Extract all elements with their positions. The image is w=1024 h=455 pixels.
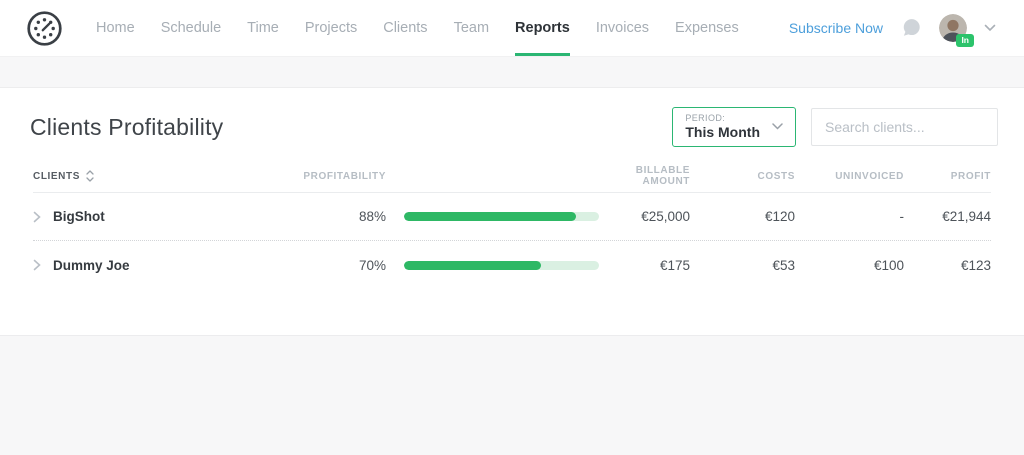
table-row[interactable]: BigShot 88% €25,000 €120 - €21,944 (33, 193, 991, 241)
page-title: Clients Profitability (30, 114, 223, 141)
period-dropdown[interactable]: PERIOD: This Month (672, 107, 796, 147)
app-logo-icon[interactable] (26, 10, 63, 47)
sort-icon (86, 170, 94, 182)
uninvoiced-value: €100 (795, 258, 904, 273)
period-value: This Month (685, 124, 760, 140)
billable-amount-value: €175 (599, 258, 690, 273)
profitability-bar-cell (386, 261, 599, 270)
profit-value: €123 (904, 258, 991, 273)
progress-bar-fill (404, 212, 576, 221)
nav-item-reports[interactable]: Reports (502, 0, 583, 56)
nav-item-team[interactable]: Team (441, 0, 502, 56)
user-avatar[interactable]: In (939, 14, 967, 42)
report-controls: PERIOD: This Month (672, 107, 998, 147)
column-header-clients[interactable]: CLIENTS (33, 170, 293, 182)
progress-bar-track (404, 261, 599, 270)
client-name: BigShot (53, 209, 105, 224)
nav-item-expenses[interactable]: Expenses (662, 0, 752, 56)
navbar-right: Subscribe Now In (789, 0, 996, 56)
column-header-billable-amount: BILLABLE AMOUNT (599, 165, 690, 187)
main-nav: Home Schedule Time Projects Clients Team… (83, 0, 752, 56)
profit-value: €21,944 (904, 209, 991, 224)
nav-item-invoices[interactable]: Invoices (583, 0, 662, 56)
client-name-cell: Dummy Joe (33, 258, 293, 273)
chevron-down-icon[interactable] (984, 24, 996, 32)
sub-header-band (0, 57, 1024, 88)
column-header-uninvoiced: UNINVOICED (795, 171, 904, 182)
costs-value: €120 (690, 209, 795, 224)
profitability-bar-cell (386, 212, 599, 221)
expand-chevron-icon[interactable] (33, 211, 41, 223)
progress-bar-track (404, 212, 599, 221)
subscribe-now-link[interactable]: Subscribe Now (789, 20, 883, 36)
top-navbar: Home Schedule Time Projects Clients Team… (0, 0, 1024, 57)
profitability-value: 70% (293, 258, 386, 273)
client-name: Dummy Joe (53, 258, 130, 273)
clients-header-label: CLIENTS (33, 171, 80, 182)
billable-amount-value: €25,000 (599, 209, 690, 224)
table-header-row: CLIENTS PROFITABILITY BILLABLE AMOUNT CO… (33, 160, 991, 193)
status-badge: In (956, 34, 974, 48)
nav-item-home[interactable]: Home (83, 0, 148, 56)
nav-item-projects[interactable]: Projects (292, 0, 370, 56)
page-header: Clients Profitability PERIOD: This Month (33, 88, 991, 147)
profitability-value: 88% (293, 209, 386, 224)
main-content: Clients Profitability PERIOD: This Month… (0, 88, 1024, 336)
progress-bar-fill (404, 261, 541, 270)
nav-item-clients[interactable]: Clients (370, 0, 440, 56)
chevron-down-icon (772, 123, 783, 130)
expand-chevron-icon[interactable] (33, 259, 41, 271)
column-header-profitability: PROFITABILITY (293, 171, 386, 182)
search-input[interactable] (811, 108, 998, 146)
column-header-costs: COSTS (690, 171, 795, 182)
client-name-cell: BigShot (33, 209, 293, 224)
costs-value: €53 (690, 258, 795, 273)
table-row[interactable]: Dummy Joe 70% €175 €53 €100 €123 (33, 241, 991, 289)
clients-profitability-table: CLIENTS PROFITABILITY BILLABLE AMOUNT CO… (33, 160, 991, 289)
uninvoiced-value: - (795, 209, 904, 224)
period-text: PERIOD: This Month (685, 113, 760, 140)
period-label: PERIOD: (685, 113, 760, 123)
nav-item-schedule[interactable]: Schedule (148, 0, 234, 56)
chat-bubble-icon[interactable] (900, 17, 922, 39)
nav-item-time[interactable]: Time (234, 0, 292, 56)
column-header-profit: PROFIT (904, 171, 991, 182)
